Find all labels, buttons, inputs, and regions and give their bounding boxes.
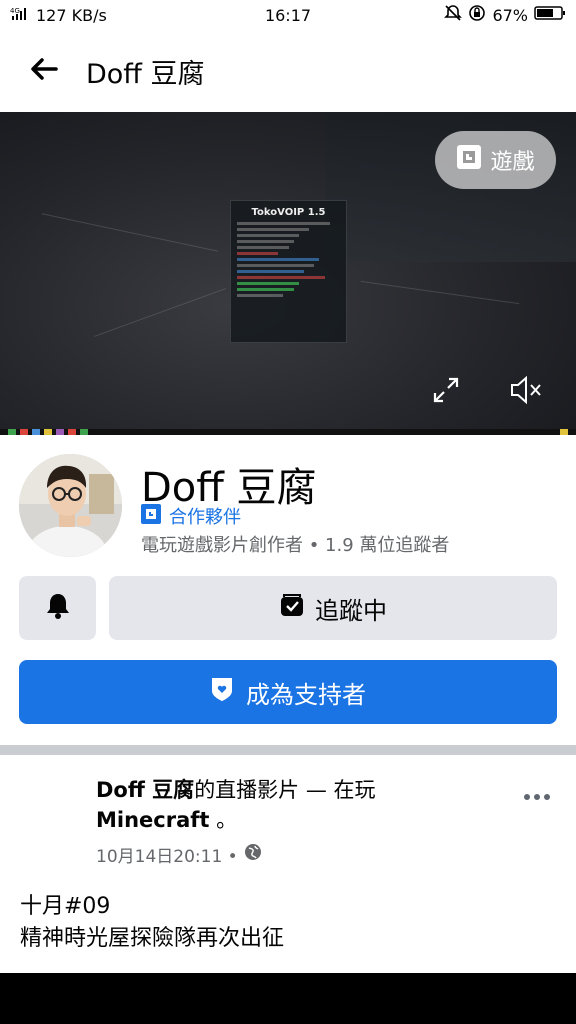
page-title: Doff 豆腐 — [86, 58, 205, 90]
profile-section: Doff 豆腐 合作夥伴 電玩遊戲影片創作者 • 1.9 萬位追蹤者 追蹤中 成… — [0, 435, 576, 745]
overlay-line — [237, 234, 299, 237]
following-button[interactable]: 追蹤中 — [109, 576, 557, 640]
gaming-icon — [456, 144, 482, 176]
svg-text:4G: 4G — [10, 7, 20, 15]
gaming-badge-label: 遊戲 — [490, 150, 535, 175]
volume-mute-icon[interactable] — [506, 370, 546, 410]
live-video-cover[interactable]: TokoVOIP 1.5 遊戲 — [0, 112, 576, 435]
clock: 16:17 — [264, 5, 312, 25]
overlay-line — [237, 264, 315, 267]
ground-texture — [360, 280, 520, 305]
notifications-button[interactable] — [19, 576, 96, 640]
post-time-text[interactable]: 10月14日20:11 • — [96, 842, 238, 867]
overlay-line — [237, 240, 294, 243]
post-author[interactable]: Doff 豆腐 — [96, 778, 194, 802]
signal-icon: 4G — [10, 5, 30, 25]
arrow-left-icon[interactable] — [30, 57, 58, 85]
battery-icon — [534, 5, 566, 25]
become-supporter-label: 成為支持者 — [246, 680, 366, 709]
profile-meta: 電玩遊戲影片創作者 • 1.9 萬位追蹤者 — [141, 535, 450, 556]
overlay-line — [237, 288, 294, 291]
post-body: 十月#09 精神時光屋探險隊再次出征 — [20, 891, 284, 955]
alarm-icon — [468, 4, 486, 26]
partner-label: 合作夥伴 — [169, 507, 241, 528]
net-speed: 127 KB/s — [36, 5, 107, 25]
post-card: Doff 豆腐的直播影片 — 在玩 Minecraft 。 10月14日20:1… — [0, 755, 576, 973]
post-trailing: 。 — [216, 808, 238, 832]
overlay-line — [237, 270, 304, 273]
partner-badge: 合作夥伴 — [141, 503, 241, 529]
post-body-line: 十月#09 — [20, 894, 111, 919]
become-supporter-button[interactable]: 成為支持者 — [19, 660, 557, 724]
mute-icon — [444, 4, 463, 26]
following-label: 追蹤中 — [315, 596, 387, 625]
overlay-title: TokoVOIP 1.5 — [251, 207, 326, 218]
gaming-partner-icon — [141, 503, 161, 529]
overlay-line — [237, 252, 279, 255]
overlay-line — [237, 222, 330, 225]
ground-texture — [94, 288, 226, 337]
supporter-badge-icon — [210, 676, 234, 708]
battery-percent: 67% — [492, 5, 528, 25]
gaming-badge[interactable]: 遊戲 — [435, 131, 556, 189]
post-timestamp: 10月14日20:11 • — [96, 842, 262, 867]
post-header: Doff 豆腐的直播影片 — 在玩 Minecraft 。 — [96, 775, 496, 835]
status-bar: 4G 127 KB/s 16:17 67% — [0, 0, 576, 30]
post-body-line: 精神時光屋探險隊再次出征 — [20, 926, 285, 951]
overlay-line — [237, 294, 284, 297]
bell-icon — [45, 592, 71, 624]
more-options-icon[interactable] — [523, 779, 551, 807]
app-bar: Doff 豆腐 — [0, 30, 576, 112]
tokovoip-overlay: TokoVOIP 1.5 — [230, 200, 347, 343]
overlay-line — [237, 276, 325, 279]
ground-texture — [41, 213, 219, 252]
post-action: 的直播影片 — 在玩 — [194, 778, 376, 802]
overlay-line — [237, 258, 320, 261]
overlay-line — [237, 282, 299, 285]
fullscreen-icon[interactable] — [426, 370, 466, 410]
following-check-icon — [279, 592, 305, 624]
avatar[interactable] — [19, 454, 122, 557]
post-game[interactable]: Minecraft — [96, 808, 209, 832]
overlay-line — [237, 246, 289, 249]
globe-icon — [244, 843, 262, 866]
section-divider — [0, 745, 576, 755]
overlay-line — [237, 228, 310, 231]
